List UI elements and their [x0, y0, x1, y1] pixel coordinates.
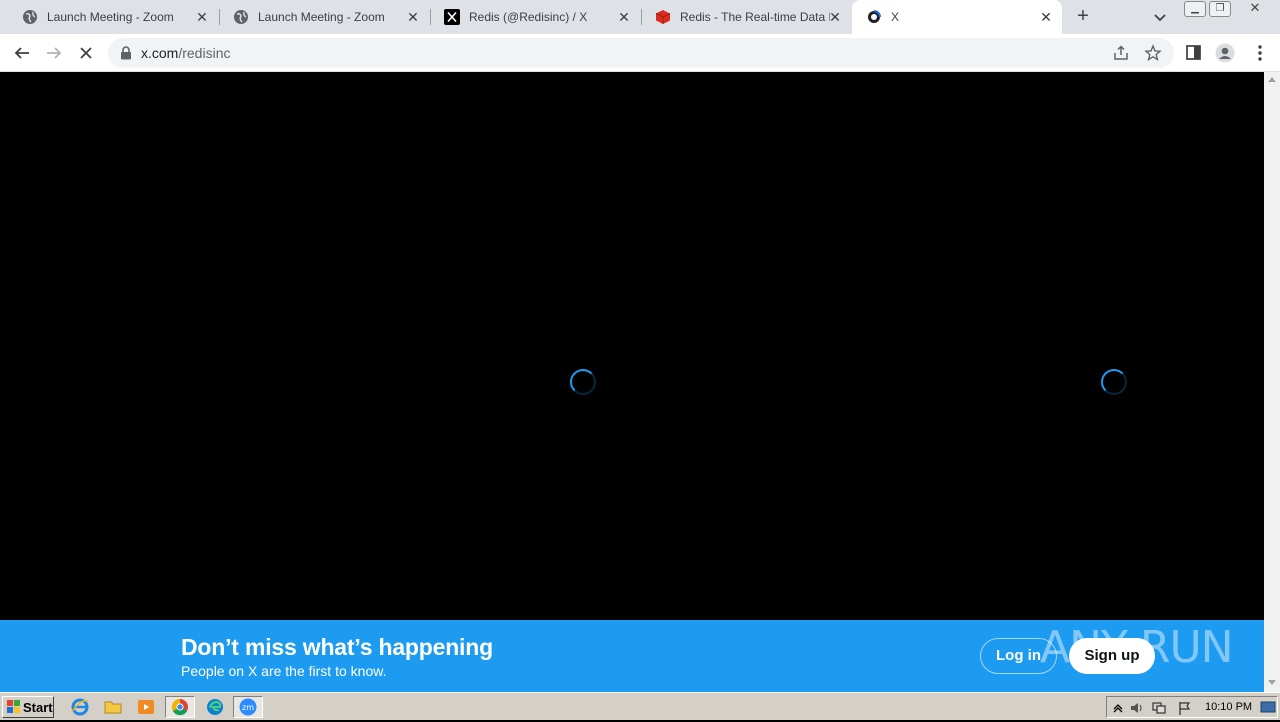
tab-x-active[interactable]: X ✕: [852, 0, 1062, 34]
close-icon[interactable]: ✕: [405, 9, 421, 25]
signup-button[interactable]: Sign up: [1069, 638, 1155, 674]
close-icon[interactable]: ✕: [616, 9, 632, 25]
login-button[interactable]: Log in: [980, 638, 1057, 674]
tab-title: Launch Meeting - Zoom: [258, 10, 385, 24]
chrome-icon: [171, 698, 188, 716]
banner-subtext: People on X are the first to know.: [181, 663, 387, 679]
side-panel-icon[interactable]: [1184, 43, 1204, 63]
tab-title: Redis (@Redisinc) / X: [469, 10, 588, 24]
page-scrollbar[interactable]: [1264, 72, 1280, 692]
show-hidden-icons-icon[interactable]: [1110, 700, 1126, 716]
tab-search-icon[interactable]: [1152, 9, 1168, 25]
start-label: Start: [23, 699, 53, 715]
page-content: [0, 72, 1264, 692]
windows-flag-icon: [7, 700, 21, 714]
system-tray: 10:10 PM: [1106, 696, 1278, 718]
tab-redis-site[interactable]: Redis - The Real-time Data Pla ✕: [641, 0, 851, 34]
stop-loading-button[interactable]: [74, 41, 98, 65]
internet-explorer-icon[interactable]: [70, 697, 90, 717]
tab-title: Launch Meeting - Zoom: [47, 10, 174, 24]
loading-spinner-icon: [1101, 369, 1127, 395]
action-center-flag-icon[interactable]: [1177, 700, 1193, 716]
file-explorer-icon[interactable]: [103, 697, 123, 717]
banner-headline: Don’t miss what’s happening: [181, 634, 493, 660]
taskbar-zoom-button[interactable]: zm: [233, 696, 263, 718]
loading-favicon-icon: [866, 9, 882, 25]
tab-launch-meeting-2[interactable]: Launch Meeting - Zoom ✕: [219, 0, 429, 34]
url-host: x.com: [141, 45, 179, 61]
tab-strip: Launch Meeting - Zoom ✕ Launch Meeting -…: [0, 0, 1280, 34]
url-path: /redisinc: [178, 45, 231, 61]
start-button[interactable]: Start: [2, 696, 54, 718]
scroll-up-arrow-icon[interactable]: [1268, 77, 1276, 82]
taskbar-chrome-button[interactable]: [165, 696, 195, 718]
tab-launch-meeting-1[interactable]: Launch Meeting - Zoom ✕: [8, 0, 218, 34]
url-text[interactable]: x.com/redisinc: [141, 45, 230, 61]
arrow-left-icon: [14, 47, 29, 59]
redis-logo-icon: [655, 9, 671, 25]
close-icon[interactable]: ✕: [1038, 9, 1054, 25]
scroll-down-arrow-icon[interactable]: [1268, 680, 1276, 685]
x-logo-icon: [444, 9, 460, 25]
tab-redis-x[interactable]: Redis (@Redisinc) / X ✕: [430, 0, 640, 34]
share-icon[interactable]: [1112, 44, 1130, 62]
tab-title: X: [891, 10, 900, 24]
volume-icon[interactable]: [1129, 700, 1145, 716]
profile-avatar-icon[interactable]: [1215, 43, 1235, 63]
close-icon[interactable]: ✕: [194, 9, 210, 25]
media-player-icon[interactable]: [136, 697, 156, 717]
new-tab-button[interactable]: +: [1073, 6, 1093, 27]
address-bar[interactable]: x.com/redisinc: [108, 38, 1174, 68]
minimize-button[interactable]: ▁: [1184, 1, 1206, 17]
signup-banner: Don’t miss what’s happening People on X …: [0, 620, 1264, 692]
arrow-right-icon: [47, 47, 62, 59]
tab-title: Redis - The Real-time Data Pla: [680, 10, 830, 24]
restore-button[interactable]: ❐: [1209, 1, 1231, 17]
browser-toolbar: x.com/redisinc: [0, 34, 1280, 72]
lock-icon[interactable]: [120, 46, 132, 60]
loading-spinner-icon: [570, 369, 596, 395]
bookmark-star-icon[interactable]: [1144, 44, 1162, 62]
edge-icon[interactable]: [205, 697, 225, 717]
taskbar-clock[interactable]: 10:10 PM: [1205, 701, 1252, 713]
close-icon[interactable]: ✕: [827, 9, 843, 25]
close-window-button[interactable]: ✕: [1242, 1, 1268, 17]
more-menu-icon[interactable]: [1250, 43, 1270, 63]
globe-icon: [22, 9, 38, 25]
windows-taskbar: Start zm 10:10 PM: [0, 692, 1280, 720]
forward-button[interactable]: [42, 41, 66, 65]
globe-icon: [233, 9, 249, 25]
show-desktop-icon[interactable]: [1260, 699, 1276, 715]
back-button[interactable]: [10, 41, 34, 65]
stop-icon: [80, 47, 92, 59]
network-icon[interactable]: [1151, 700, 1167, 716]
svg-text:zm: zm: [242, 703, 254, 712]
zoom-icon: zm: [239, 698, 257, 716]
